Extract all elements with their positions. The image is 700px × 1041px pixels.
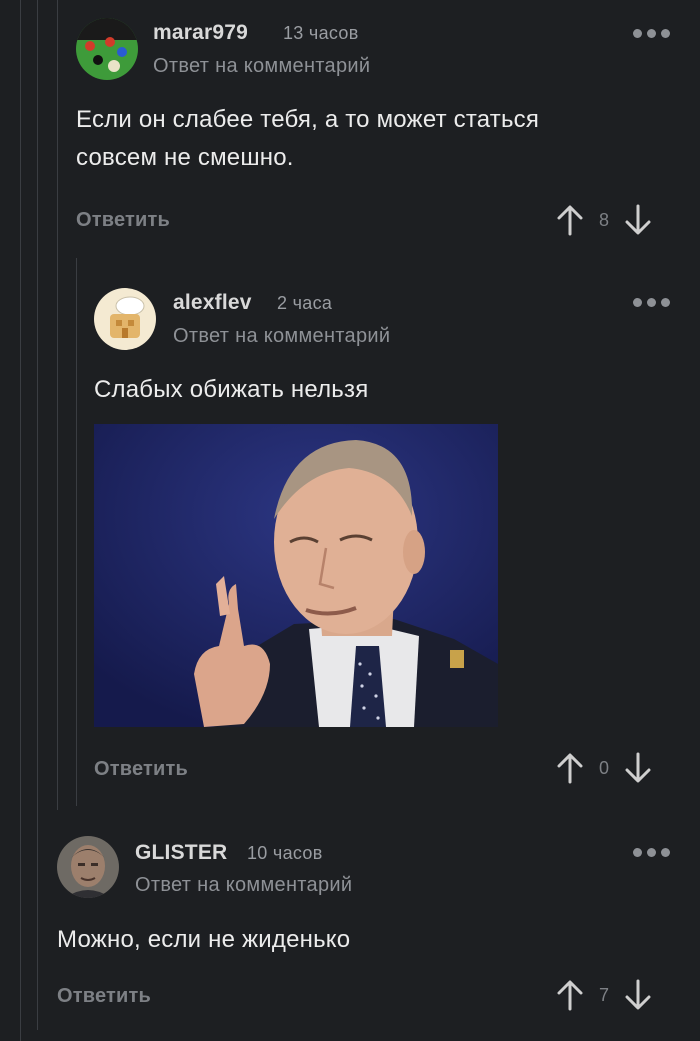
rating-count: 8 bbox=[598, 209, 609, 230]
vote-controls: 8 bbox=[556, 204, 652, 236]
thread-line bbox=[57, 0, 58, 810]
comment-text: Если он слабее тебя, а то может статься … bbox=[76, 101, 539, 177]
arrow-up-icon[interactable] bbox=[556, 752, 584, 784]
rating-count: 7 bbox=[598, 984, 609, 1005]
arrow-up-icon[interactable] bbox=[556, 979, 584, 1011]
arrow-up-icon[interactable] bbox=[556, 204, 584, 236]
timestamp: 10 часов bbox=[247, 843, 323, 863]
reply-label[interactable]: Ответ на комментарий bbox=[153, 55, 370, 78]
avatar[interactable] bbox=[57, 836, 119, 898]
avatar[interactable] bbox=[76, 18, 138, 80]
thread-line bbox=[76, 258, 77, 806]
comment-text: Слабых обижать нельзя bbox=[94, 376, 369, 403]
more-dots-icon[interactable] bbox=[633, 29, 670, 38]
reply-button[interactable]: Ответить bbox=[57, 985, 151, 1008]
avatar[interactable] bbox=[94, 288, 156, 350]
thread-line bbox=[20, 0, 21, 1041]
arrow-down-icon[interactable] bbox=[624, 204, 652, 236]
comment-image[interactable] bbox=[94, 424, 498, 727]
rating-count: 0 bbox=[598, 757, 609, 778]
comment-text-line: Если он слабее тебя, а то может статься bbox=[76, 106, 540, 133]
thread-line bbox=[37, 0, 38, 1030]
vote-controls: 7 bbox=[556, 979, 652, 1011]
vote-controls: 0 bbox=[556, 752, 652, 784]
username[interactable]: marar979 bbox=[153, 21, 248, 45]
username[interactable]: alexflev bbox=[173, 291, 252, 315]
reply-button[interactable]: Ответить bbox=[76, 209, 170, 232]
timestamp: 2 часа bbox=[277, 293, 333, 313]
timestamp: 13 часов bbox=[283, 23, 359, 43]
arrow-down-icon[interactable] bbox=[624, 752, 652, 784]
more-dots-icon[interactable] bbox=[633, 848, 670, 857]
more-dots-icon[interactable] bbox=[633, 298, 670, 307]
arrow-down-icon[interactable] bbox=[624, 979, 652, 1011]
comment-text: Можно, если не жиденько bbox=[57, 926, 351, 953]
reply-label[interactable]: Ответ на комментарий bbox=[173, 325, 390, 348]
reply-button[interactable]: Ответить bbox=[94, 758, 188, 781]
comment-text-line: совсем не смешно. bbox=[76, 144, 294, 171]
reply-label[interactable]: Ответ на комментарий bbox=[135, 874, 352, 897]
username[interactable]: GLISTER bbox=[135, 841, 227, 865]
